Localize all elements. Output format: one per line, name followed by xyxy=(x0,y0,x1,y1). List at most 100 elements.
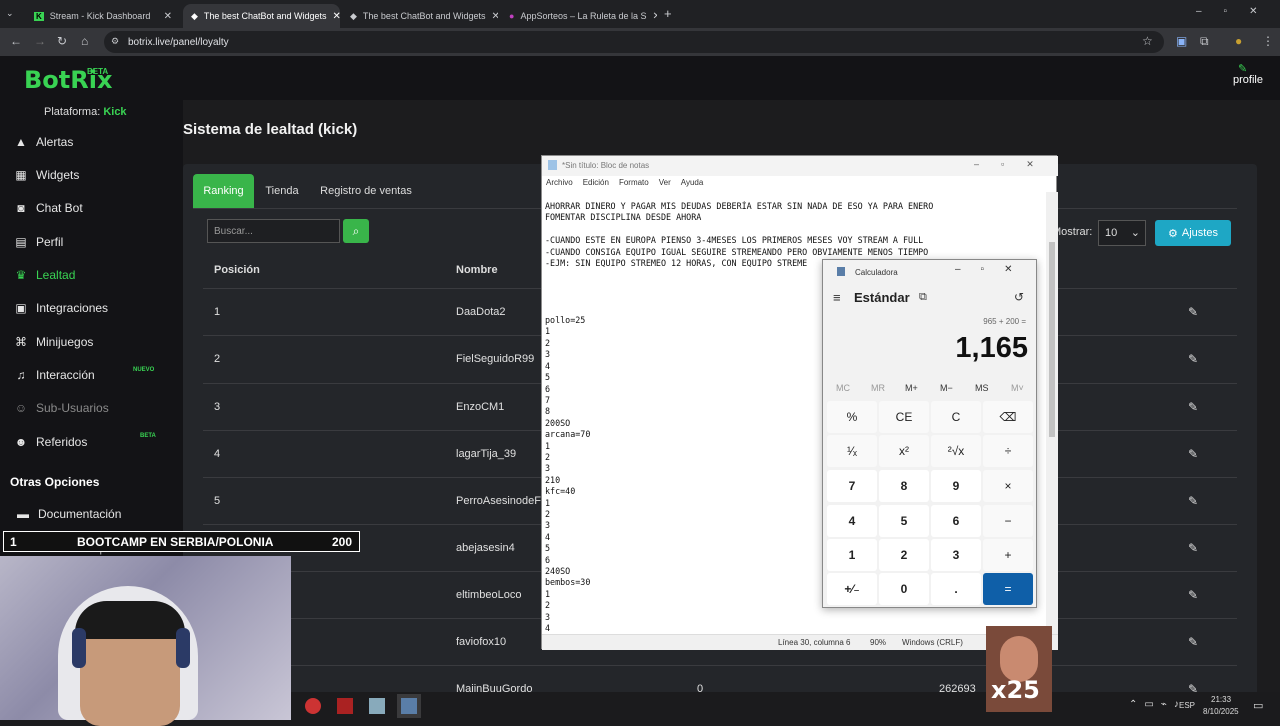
digit-5-button[interactable]: 5 xyxy=(879,505,929,537)
clock-time[interactable]: 21:33 xyxy=(1211,695,1231,704)
edit-icon[interactable]: ✎ xyxy=(1188,447,1198,461)
column-header-name[interactable]: Nombre xyxy=(456,264,498,276)
column-header-position[interactable]: Posición xyxy=(214,264,260,276)
sidebar-item-lealtad[interactable]: ♛ Lealtad xyxy=(0,258,183,291)
digit-7-button[interactable]: 7 xyxy=(827,470,877,502)
window-controls[interactable]: –▫✕ xyxy=(974,159,1056,170)
home-icon[interactable]: ⌂ xyxy=(81,34,88,48)
sidebar-item-documentacion[interactable]: ▬ Documentación xyxy=(0,497,183,530)
digit-1-button[interactable]: 1 xyxy=(827,539,877,571)
edit-icon[interactable]: ✎ xyxy=(1188,352,1198,366)
digit-8-button[interactable]: 8 xyxy=(879,470,929,502)
close-icon[interactable]: ✕ xyxy=(333,11,341,22)
digit-0-button[interactable]: 0 xyxy=(879,573,929,605)
profile-link[interactable]: profile xyxy=(1233,74,1263,86)
vertical-scrollbar[interactable] xyxy=(1046,192,1058,634)
memory-recall-button[interactable]: MR xyxy=(871,383,885,393)
sqrt-button[interactable]: ²√x xyxy=(931,435,981,467)
menu-ayuda[interactable]: Ayuda xyxy=(681,178,704,192)
memory-list-button[interactable]: M˅ xyxy=(1011,383,1024,393)
divide-button[interactable]: ÷ xyxy=(983,435,1033,467)
new-tab-icon[interactable]: + xyxy=(664,6,672,21)
memory-clear-button[interactable]: MC xyxy=(836,383,850,393)
menu-icon[interactable]: ⋮ xyxy=(1262,34,1274,48)
digit-2-button[interactable]: 2 xyxy=(879,539,929,571)
digit-3-button[interactable]: 3 xyxy=(931,539,981,571)
browser-tab-active[interactable]: ◆ The best ChatBot and Widgets ✕ xyxy=(183,4,340,28)
menu-edicion[interactable]: Edición xyxy=(583,178,609,192)
notifications-icon[interactable]: ▭ xyxy=(1253,699,1263,712)
percent-button[interactable]: % xyxy=(827,401,877,433)
browser-tab[interactable]: ● AppSorteos – La Ruleta de la S ✕ xyxy=(501,4,657,28)
close-icon[interactable]: ✕ xyxy=(164,11,172,22)
history-icon[interactable]: ↺ xyxy=(1014,290,1024,304)
memory-add-button[interactable]: M+ xyxy=(905,383,918,393)
page-size-select[interactable]: 10 ⌄ xyxy=(1098,220,1146,246)
search-button[interactable]: ⌕ xyxy=(343,219,369,243)
minus-button[interactable]: − xyxy=(983,505,1033,537)
edit-icon[interactable]: ✎ xyxy=(1188,541,1198,555)
language-indicator[interactable]: ESP xyxy=(1179,701,1195,710)
sidebar-item-perfil[interactable]: ▤ Perfil xyxy=(0,225,183,258)
tab-ranking[interactable]: Ranking xyxy=(193,174,254,208)
keep-on-top-icon[interactable]: ⧉ xyxy=(919,291,927,304)
edit-icon[interactable]: ✎ xyxy=(1188,305,1198,319)
digit-9-button[interactable]: 9 xyxy=(931,470,981,502)
sidebar-item-widgets[interactable]: ▦ Widgets xyxy=(0,158,183,191)
browser-tab[interactable]: ◆ The best ChatBot and Widgets ✕ xyxy=(342,4,498,28)
extensions-icon[interactable]: ⧉ xyxy=(1200,34,1209,49)
translate-icon[interactable]: ▣ xyxy=(1176,34,1187,48)
close-icon[interactable]: ✕ xyxy=(653,11,657,22)
settings-button[interactable]: ⚙ Ajustes xyxy=(1155,220,1231,246)
profile-avatar-icon[interactable]: ● xyxy=(1235,34,1242,48)
tab-registro-ventas[interactable]: Registro de ventas xyxy=(310,174,422,208)
reload-icon[interactable]: ↻ xyxy=(57,34,67,48)
bookmark-star-icon[interactable]: ☆ xyxy=(1142,34,1153,48)
clear-button[interactable]: C xyxy=(931,401,981,433)
close-icon[interactable]: ✕ xyxy=(492,11,499,22)
memory-subtract-button[interactable]: M− xyxy=(940,383,953,393)
sidebar-item-minijuegos[interactable]: ⌘ Minijuegos xyxy=(0,325,183,358)
clear-entry-button[interactable]: CE xyxy=(879,401,929,433)
window-controls[interactable]: –▫✕ xyxy=(955,264,1033,275)
browser-tab[interactable]: K Stream - Kick Dashboard ✕ xyxy=(26,4,180,28)
edit-icon[interactable]: ✎ xyxy=(1188,400,1198,414)
edit-icon[interactable]: ✎ xyxy=(1188,494,1198,508)
menu-formato[interactable]: Formato xyxy=(619,178,649,192)
hamburger-menu-icon[interactable]: ≡ xyxy=(833,290,841,305)
multiply-button[interactable]: × xyxy=(983,470,1033,502)
negate-button[interactable]: +⁄₋ xyxy=(827,573,877,605)
system-tray-icons[interactable]: ⌃▭⌁♪ xyxy=(1129,699,1186,710)
site-info-icon[interactable]: ⚙ xyxy=(111,36,119,47)
scrollbar-thumb[interactable] xyxy=(1049,242,1055,437)
sidebar-item-alertas[interactable]: ▲ Alertas xyxy=(0,125,183,158)
sidebar-item-integraciones[interactable]: ▣ Integraciones xyxy=(0,291,183,324)
calculator-taskbar-item[interactable] xyxy=(397,694,421,718)
sidebar-item-subusuarios[interactable]: ☺ Sub-Usuarios xyxy=(0,391,183,424)
equals-button[interactable]: = xyxy=(983,573,1033,605)
edit-icon[interactable]: ✎ xyxy=(1188,635,1198,649)
sidebar-item-chatbot[interactable]: ◙ Chat Bot xyxy=(0,191,183,224)
square-button[interactable]: x² xyxy=(879,435,929,467)
memory-store-button[interactable]: MS xyxy=(975,383,989,393)
sidebar-item-referidos[interactable]: ☻ Referidos xyxy=(0,425,183,458)
window-controls[interactable]: –▫✕ xyxy=(1196,6,1280,17)
tab-tienda[interactable]: Tienda xyxy=(257,174,307,208)
url-input[interactable]: botrix.live/panel/loyalty xyxy=(104,31,1164,53)
clock-date[interactable]: 8/10/2025 xyxy=(1203,707,1239,716)
decimal-button[interactable]: . xyxy=(931,573,981,605)
dota-icon[interactable] xyxy=(337,698,353,714)
plus-button[interactable]: + xyxy=(983,539,1033,571)
tab-search-icon[interactable]: ⌄ xyxy=(6,8,14,19)
notepad-taskbar-icon[interactable] xyxy=(369,698,385,714)
menu-archivo[interactable]: Archivo xyxy=(546,178,573,192)
forward-icon[interactable]: → xyxy=(34,34,46,48)
digit-6-button[interactable]: 6 xyxy=(931,505,981,537)
search-input[interactable]: Buscar... xyxy=(207,219,340,243)
edit-icon[interactable]: ✎ xyxy=(1188,588,1198,602)
sidebar-item-interaccion[interactable]: ♫ Interacción xyxy=(0,358,183,391)
backspace-button[interactable]: ⌫ xyxy=(983,401,1033,433)
reciprocal-button[interactable]: ¹⁄ₓ xyxy=(827,435,877,467)
back-icon[interactable]: ← xyxy=(10,34,22,48)
menu-ver[interactable]: Ver xyxy=(659,178,671,192)
